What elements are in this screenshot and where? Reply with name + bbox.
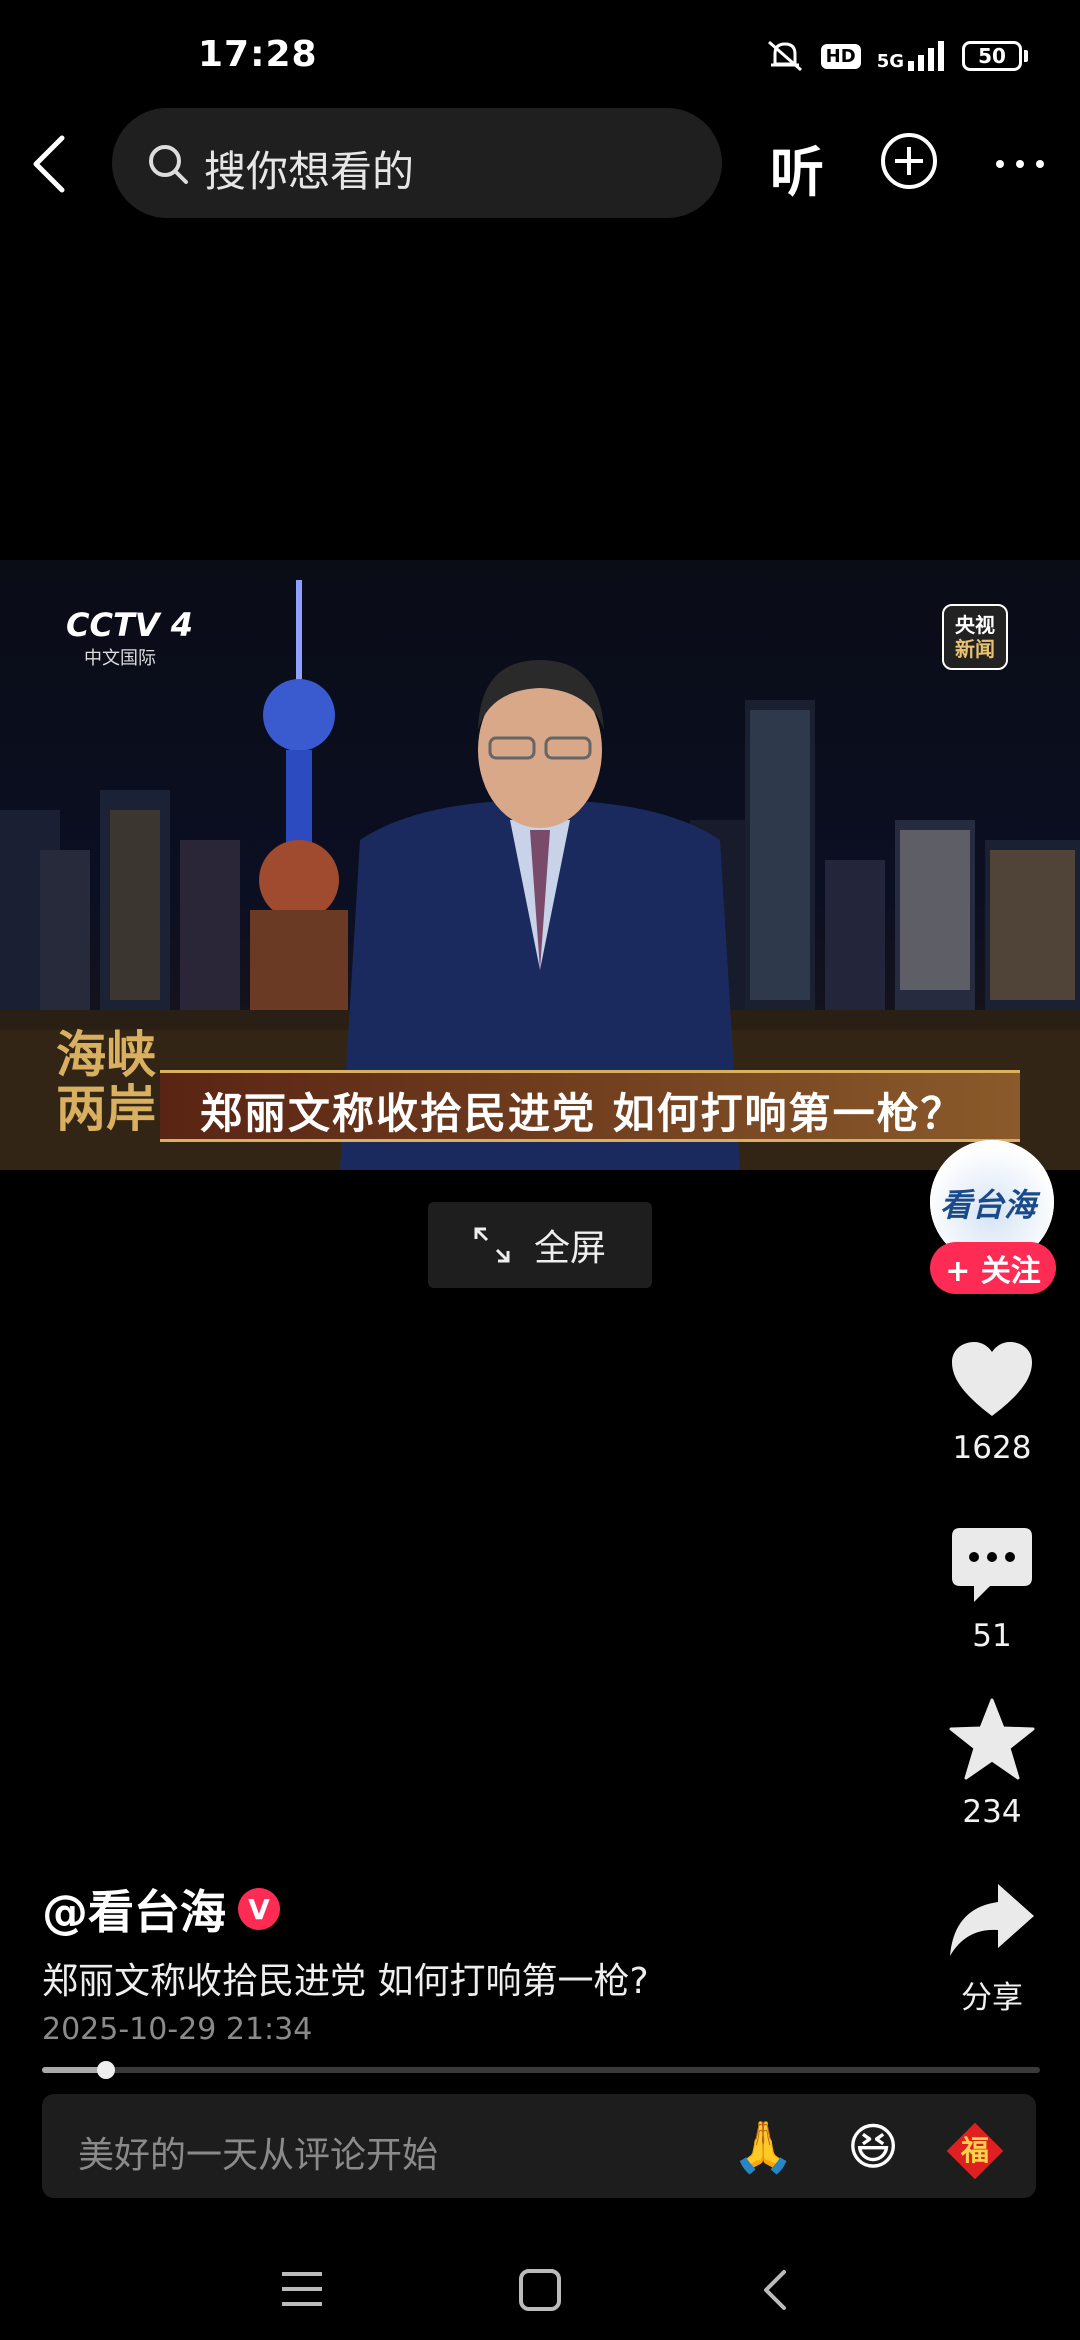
hd-badge: HD — [820, 43, 861, 69]
battery-level: 50 — [962, 41, 1022, 71]
search-icon — [149, 145, 188, 184]
more-dots-icon — [996, 160, 1044, 168]
plus-circle-icon — [881, 133, 937, 189]
author-name[interactable]: @看台海 V — [42, 1876, 280, 1942]
search-input[interactable]: 搜你想看的 — [112, 108, 722, 218]
progress-thumb[interactable] — [96, 2061, 115, 2079]
status-bar: 17:28 HD 5G 50 — [0, 0, 1080, 110]
favorite-count: 234 — [962, 1794, 1022, 1830]
share-button[interactable]: 分享 — [930, 1880, 1054, 2017]
share-arrow-icon — [950, 1884, 1034, 1956]
chevron-left-icon — [33, 135, 65, 193]
back-button[interactable] — [26, 132, 74, 196]
avatar-text: 看台海 — [940, 1186, 1037, 1224]
comment-placeholder: 美好的一天从评论开始 — [78, 2135, 439, 2176]
follow-button[interactable]: + 关注 — [930, 1242, 1056, 1294]
silent-bell-icon — [767, 40, 802, 72]
progress-bar[interactable] — [42, 2061, 1040, 2079]
verified-badge: V — [238, 1888, 280, 1930]
cctv-news-badge: 央视 新闻 — [942, 604, 1008, 670]
status-icons: HD 5G 50 — [765, 38, 1028, 74]
program-logo-line-1: 海峡 — [56, 1026, 156, 1084]
signal-bars-icon — [908, 41, 944, 71]
home-square-icon[interactable] — [518, 2268, 562, 2312]
program-logo: 海峡 两岸 — [56, 1028, 156, 1136]
fortune-emoji-button[interactable]: 福 — [944, 2116, 1006, 2179]
comment-count: 51 — [972, 1618, 1012, 1654]
favorite-button[interactable]: 234 — [930, 1698, 1054, 1830]
more-button[interactable] — [990, 140, 1050, 180]
star-icon — [949, 1698, 1035, 1780]
video-player[interactable]: CCTV 4 中文国际 央视 新闻 海峡 两岸 郑丽文称收拾民进党 如何打响第一… — [0, 560, 1080, 1170]
battery-indicator: 50 — [962, 41, 1028, 71]
menu-lines-icon[interactable] — [280, 2270, 324, 2308]
listen-button[interactable]: 听 — [770, 128, 824, 207]
badge-line-1: 央视 — [955, 613, 995, 637]
comment-input[interactable]: 美好的一天从评论开始 🙏 😆 福 — [42, 2094, 1036, 2198]
program-logo-line-2: 两岸 — [56, 1080, 156, 1138]
network-label: 5G — [876, 51, 904, 72]
author-handle: @看台海 — [42, 1885, 226, 1939]
channel-logo: CCTV 4 中文国际 — [66, 606, 193, 670]
channel-logo-sub: 中文国际 — [84, 648, 156, 669]
share-label: 分享 — [961, 1980, 1023, 2016]
fortune-glyph: 福 — [960, 2133, 989, 2167]
post-timestamp: 2025-10-29 21:34 — [42, 2012, 313, 2047]
video-title: 郑丽文称收拾民进党 如何打响第一枪? — [42, 1961, 649, 2002]
signal-indicator: 5G — [877, 41, 946, 71]
like-button[interactable]: 1628 — [930, 1340, 1054, 1466]
badge-line-2: 新闻 — [955, 637, 995, 661]
back-nav-icon[interactable] — [760, 2268, 790, 2312]
add-button[interactable] — [880, 132, 938, 190]
comment-bubble-icon — [952, 1528, 1032, 1602]
system-nav-bar — [0, 2230, 1080, 2340]
status-time: 17:28 — [198, 34, 318, 75]
fullscreen-label: 全屏 — [534, 1228, 607, 1269]
channel-logo-main: CCTV 4 — [66, 606, 193, 644]
comment-button[interactable]: 51 — [930, 1526, 1054, 1654]
fullscreen-button[interactable]: 全屏 — [428, 1202, 652, 1288]
search-placeholder: 搜你想看的 — [204, 147, 415, 196]
like-count: 1628 — [952, 1430, 1032, 1466]
heart-icon — [952, 1342, 1032, 1416]
pray-emoji-button[interactable]: 🙏 — [732, 2116, 794, 2178]
lower-third-headline: 郑丽文称收拾民进党 如何打响第一枪？ — [200, 1089, 965, 1138]
expand-icon — [474, 1227, 510, 1263]
laugh-emoji-button[interactable]: 😆 — [842, 2116, 904, 2178]
